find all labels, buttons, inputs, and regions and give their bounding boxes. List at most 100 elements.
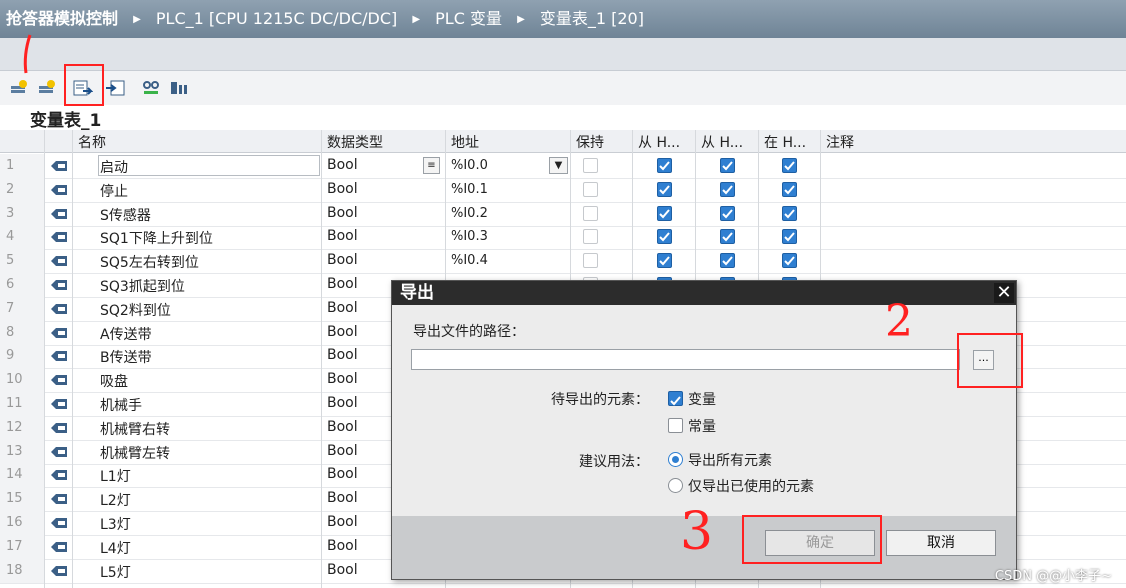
tag-datatype[interactable]: Bool — [327, 514, 358, 530]
table-row[interactable]: 1 启动 Bool %I0.0 ≡ ▼ — [0, 154, 1126, 179]
tag-name[interactable]: L3灯 — [100, 514, 131, 534]
tag-address[interactable]: %I0.3 — [451, 229, 488, 244]
tag-datatype[interactable]: Bool — [327, 324, 358, 340]
col-retain[interactable]: 保持 — [576, 132, 604, 152]
breadcrumb-device[interactable]: PLC_1 [CPU 1215C DC/DC/DC] — [156, 0, 397, 38]
tag-name[interactable]: L2灯 — [100, 490, 131, 510]
tag-datatype[interactable]: Bool — [327, 252, 358, 268]
hmi-checkbox[interactable] — [657, 253, 672, 269]
tag-address[interactable]: %I0.2 — [451, 206, 488, 221]
hmi-checkbox[interactable] — [782, 205, 797, 221]
hmi-checkbox[interactable] — [720, 181, 735, 197]
tag-name[interactable]: SQ1下降上升到位 — [100, 228, 213, 248]
tag-datatype[interactable]: Bool — [327, 157, 358, 173]
tag-name[interactable]: L4灯 — [100, 538, 131, 558]
tag-name[interactable]: 吸盘 — [100, 371, 128, 391]
check-icon — [659, 208, 670, 219]
datatype-picker-icon[interactable]: ≡ — [423, 157, 440, 174]
tag-name[interactable]: 机械手 — [100, 395, 142, 415]
close-icon[interactable]: ✕ — [994, 283, 1014, 303]
hmi-checkbox[interactable] — [782, 158, 797, 173]
tag-datatype[interactable]: Bool — [327, 562, 358, 578]
col-address[interactable]: 地址 — [451, 132, 479, 152]
table-row[interactable]: 4 SQ1下降上升到位 Bool %I0.3 — [0, 225, 1126, 251]
hmi-checkbox[interactable] — [782, 229, 797, 245]
tag-datatype[interactable]: Bool — [327, 300, 358, 316]
usage-label: 建议用法： — [579, 454, 649, 470]
hmi-checkbox[interactable] — [657, 158, 672, 173]
breadcrumb-project[interactable]: 抢答器模拟控制 — [0, 0, 118, 38]
checkbox-variables[interactable] — [668, 391, 683, 406]
row-number: 15 — [0, 487, 44, 512]
tag-name[interactable]: 机械臂右转 — [100, 419, 170, 439]
breadcrumb-folder[interactable]: PLC 变量 — [435, 0, 502, 38]
monitor-icon[interactable] — [140, 77, 162, 99]
tag-datatype[interactable]: Bool — [327, 395, 358, 411]
retain-checkbox[interactable] — [583, 158, 598, 173]
checkbox-constants[interactable] — [668, 418, 683, 433]
radio-export-used[interactable] — [668, 478, 683, 493]
retain-checkbox[interactable] — [583, 181, 598, 197]
tag-datatype[interactable]: Bool — [327, 228, 358, 244]
row-number: 4 — [0, 225, 44, 250]
row-number: 11 — [0, 392, 44, 416]
col-comment[interactable]: 注释 — [826, 132, 854, 152]
hmi-checkbox[interactable] — [657, 181, 672, 197]
retain-checkbox[interactable] — [583, 205, 598, 221]
tag-name[interactable]: SQ5左右转到位 — [100, 252, 199, 272]
tag-name[interactable]: 停止 — [100, 181, 128, 201]
tag-datatype[interactable]: Bool — [327, 419, 358, 435]
tag-address[interactable]: %I0.0 — [451, 158, 488, 173]
tag-name[interactable]: L5灯 — [100, 562, 131, 582]
hmi-checkbox[interactable] — [782, 253, 797, 269]
name-edit-field[interactable] — [98, 155, 320, 176]
table-row[interactable]: 2 停止 Bool %I0.1 — [0, 177, 1126, 203]
tag-address[interactable]: %I0.4 — [451, 253, 488, 268]
hmi-checkbox[interactable] — [720, 229, 735, 245]
tag-name[interactable]: SQ3抓起到位 — [100, 276, 185, 296]
tag-datatype[interactable]: Bool — [327, 181, 358, 197]
tag-datatype[interactable]: Bool — [327, 466, 358, 482]
insert-row-icon[interactable] — [36, 77, 58, 99]
hmi-checkbox[interactable] — [720, 205, 735, 221]
tag-datatype[interactable]: Bool — [327, 371, 358, 387]
tag-name[interactable]: B传送带 — [100, 347, 152, 367]
tag-address[interactable]: %I0.1 — [451, 182, 488, 197]
hmi-checkbox[interactable] — [657, 229, 672, 245]
tag-datatype[interactable]: Bool — [327, 443, 358, 459]
radio-export-all[interactable] — [668, 452, 683, 467]
tag-name[interactable]: 机械臂左转 — [100, 443, 170, 463]
export-path-input[interactable] — [411, 349, 960, 370]
hmi-checkbox[interactable] — [720, 158, 735, 173]
add-variable-icon[interactable] — [8, 77, 30, 99]
tag-name[interactable]: A传送带 — [100, 324, 152, 344]
tag-icon — [50, 374, 68, 390]
import-icon[interactable] — [104, 77, 126, 99]
tag-datatype[interactable]: Bool — [327, 276, 358, 292]
col-visible-hmi[interactable]: 在 H... — [764, 132, 806, 152]
tag-datatype[interactable]: Bool — [327, 490, 358, 506]
cancel-button[interactable]: 取消 — [886, 530, 996, 556]
col-accessible-hmi[interactable]: 从 H... — [638, 132, 680, 152]
reload-icon[interactable] — [168, 77, 190, 99]
tag-icon — [50, 469, 68, 485]
tag-name[interactable]: L1灯 — [100, 466, 131, 486]
tag-name[interactable]: SQ2料到位 — [100, 300, 171, 320]
col-writable-hmi[interactable]: 从 H... — [701, 132, 743, 152]
tag-datatype[interactable]: Bool — [327, 347, 358, 363]
col-datatype[interactable]: 数据类型 — [327, 132, 383, 152]
hmi-checkbox[interactable] — [782, 181, 797, 197]
hmi-checkbox[interactable] — [657, 205, 672, 221]
retain-checkbox[interactable] — [583, 229, 598, 245]
retain-checkbox[interactable] — [583, 253, 598, 269]
hmi-checkbox[interactable] — [720, 253, 735, 269]
tag-datatype[interactable]: Bool — [327, 205, 358, 221]
check-icon — [784, 185, 795, 195]
table-row[interactable]: 5 SQ5左右转到位 Bool %I0.4 — [0, 249, 1126, 275]
col-name[interactable]: 名称 — [78, 132, 106, 152]
table-row[interactable]: 3 S传感器 Bool %I0.2 — [0, 201, 1126, 227]
tag-datatype[interactable]: Bool — [327, 538, 358, 554]
breadcrumb-table[interactable]: 变量表_1 [20] — [540, 0, 644, 38]
tag-name[interactable]: S传感器 — [100, 205, 151, 225]
chevron-down-icon[interactable]: ▼ — [549, 157, 568, 174]
